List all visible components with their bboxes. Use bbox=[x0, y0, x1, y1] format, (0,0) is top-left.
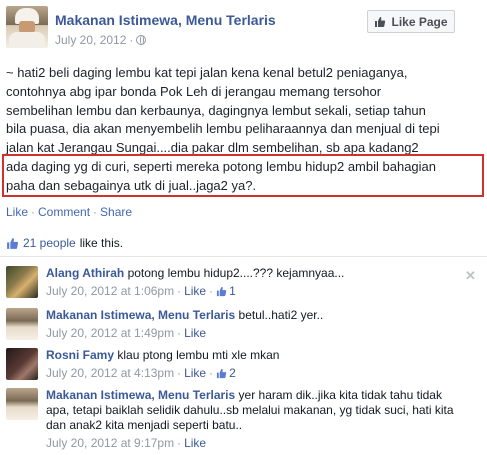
thumbs-up-icon bbox=[217, 286, 227, 297]
comment-time-link[interactable]: July 20, 2012 at 1:49pm bbox=[46, 326, 174, 341]
comment-like-count[interactable]: 1 bbox=[216, 284, 236, 299]
comment-item: Rosni Famy klau ptong lembu mti xle mkan… bbox=[0, 344, 487, 388]
likes-suffix: like this. bbox=[79, 236, 124, 250]
avatar[interactable] bbox=[6, 266, 38, 298]
comment-item: Alang Athirah potong lembu hidup2....???… bbox=[0, 262, 487, 306]
comment-text-line: dan anak2 kita menjadi seperti batu.. bbox=[46, 418, 243, 432]
page-name-link[interactable]: Makanan Istimewa, Menu Terlaris bbox=[55, 12, 276, 28]
comment-author-link[interactable]: Makanan Istimewa, Menu Terlaris bbox=[46, 308, 235, 322]
avatar[interactable] bbox=[6, 388, 38, 420]
comment-time-link[interactable]: July 20, 2012 at 9:17pm bbox=[46, 436, 174, 451]
comment-text-line: yer haram dik..jika kita tidak tahu tida… bbox=[238, 388, 442, 402]
comment-text: potong lembu hidup2....??? kejamnyaa... bbox=[127, 266, 345, 280]
like-link[interactable]: Like bbox=[6, 205, 28, 219]
share-link[interactable]: Share bbox=[100, 205, 132, 219]
likes-summary: 21 people like this. bbox=[6, 236, 123, 250]
comment-item: Makanan Istimewa, Menu Terlaris betul..h… bbox=[0, 304, 487, 348]
post-actions: Like · Comment · Share bbox=[6, 205, 133, 219]
comment-time-link[interactable]: July 20, 2012 at 1:06pm bbox=[46, 284, 174, 299]
comment-item: Makanan Istimewa, Menu Terlaris yer hara… bbox=[0, 384, 487, 454]
comment-author-link[interactable]: Rosni Famy bbox=[46, 348, 114, 362]
comment-like-link[interactable]: Like bbox=[184, 366, 206, 381]
comment-like-link[interactable]: Like bbox=[184, 326, 206, 341]
likers-link[interactable]: 21 people bbox=[23, 236, 76, 250]
thumbs-up-icon bbox=[217, 368, 227, 379]
comment-author-link[interactable]: Alang Athirah bbox=[46, 266, 124, 280]
post-text-line: contohnya abg ipar bonda Pok Leh di jera… bbox=[6, 83, 382, 99]
comment-meta: July 20, 2012 at 4:13pm · Like · 2 bbox=[46, 366, 236, 381]
post-meta: July 20, 2012 · bbox=[55, 33, 147, 47]
like-page-label: Like Page bbox=[391, 14, 448, 29]
like-page-button[interactable]: Like Page bbox=[367, 10, 455, 33]
post-date-link[interactable]: July 20, 2012 bbox=[55, 33, 126, 47]
comment-like-link[interactable]: Like bbox=[184, 284, 206, 299]
divider bbox=[0, 256, 487, 257]
comment-text: klau ptong lembu mti xle mkan bbox=[117, 348, 280, 362]
comment-like-link[interactable]: Like bbox=[184, 436, 206, 451]
avatar[interactable] bbox=[6, 348, 38, 380]
comment-meta: July 20, 2012 at 1:49pm · Like bbox=[46, 326, 207, 341]
comment-author-link[interactable]: Makanan Istimewa, Menu Terlaris bbox=[46, 388, 235, 402]
post-text-line: sembelihan lembu dan kerbaunya, dagingny… bbox=[6, 102, 426, 118]
comment-text: betul..hati2 yer.. bbox=[238, 308, 324, 322]
comment-link[interactable]: Comment bbox=[38, 205, 90, 219]
thumbs-up-icon bbox=[375, 16, 386, 27]
thumbs-up-icon bbox=[7, 237, 19, 249]
comment-time-link[interactable]: July 20, 2012 at 4:13pm bbox=[46, 366, 174, 381]
avatar[interactable] bbox=[6, 308, 38, 340]
comment-like-count[interactable]: 2 bbox=[216, 366, 236, 381]
globe-icon[interactable] bbox=[136, 35, 147, 45]
highlight-annotation-box bbox=[2, 154, 484, 197]
post-header: Makanan Istimewa, Menu Terlaris July 20,… bbox=[0, 0, 487, 56]
comment-meta: July 20, 2012 at 1:06pm · Like · 1 bbox=[46, 284, 236, 299]
comment-meta: July 20, 2012 at 9:17pm · Like bbox=[46, 436, 207, 451]
close-icon[interactable]: ✕ bbox=[465, 268, 476, 284]
comment-text-line: apa, tetapi baiklah selidik dahulu..sb m… bbox=[46, 403, 454, 417]
post-text-line: bila puasa, dia akan menyembelih lembu p… bbox=[6, 121, 440, 137]
page-avatar[interactable] bbox=[6, 6, 48, 48]
post-text-line: ~ hati2 beli daging lembu kat tepi jalan… bbox=[6, 65, 408, 80]
